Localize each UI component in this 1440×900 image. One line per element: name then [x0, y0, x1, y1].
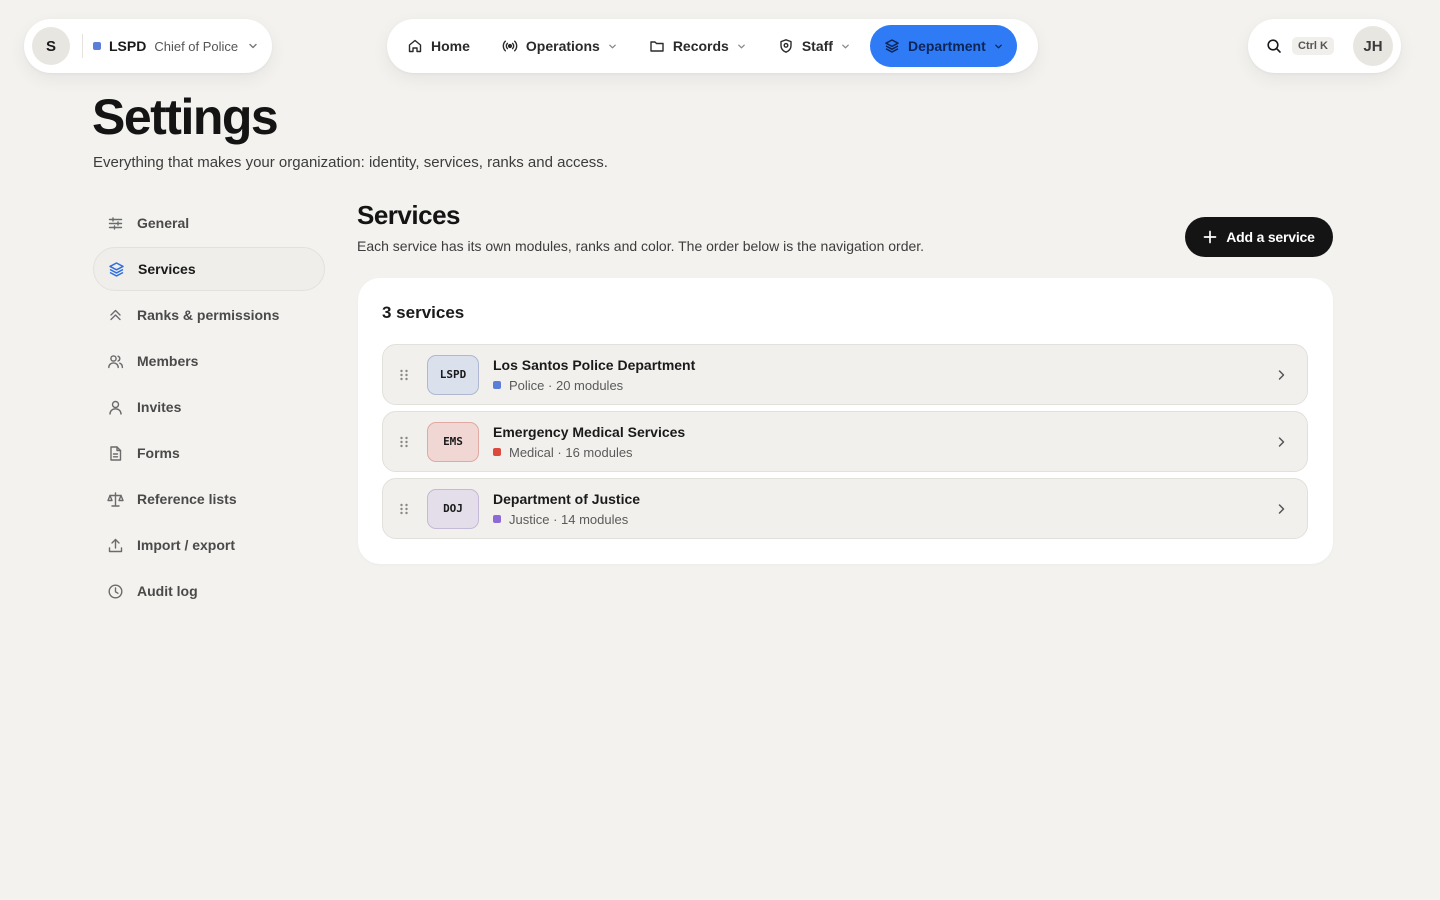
nav-home[interactable]: Home — [393, 25, 484, 67]
layers-icon — [885, 39, 899, 53]
sidebar-item-forms[interactable]: Forms — [93, 431, 325, 475]
search-icon[interactable] — [1266, 38, 1282, 54]
service-badge: LSPD — [427, 354, 479, 395]
sidebar-item-audit-log[interactable]: Audit log — [93, 569, 325, 613]
service-color-dot — [493, 381, 501, 389]
nav-home-label: Home — [431, 38, 470, 54]
user-icon — [109, 400, 122, 415]
drag-handle-icon[interactable] — [398, 368, 410, 382]
layers-icon — [109, 261, 124, 277]
service-row-ems[interactable]: EMS Emergency Medical Services Medical ·… — [382, 411, 1308, 472]
sidebar-item-label: General — [137, 215, 190, 231]
divider — [82, 34, 83, 58]
drag-handle-icon[interactable] — [398, 435, 410, 449]
nav-staff-label: Staff — [801, 38, 833, 54]
sidebar-item-label: Forms — [137, 445, 180, 461]
settings-sidebar: General Services Ranks & permissions Mem… — [93, 201, 325, 615]
clock-icon — [108, 583, 123, 599]
service-meta: Medical · 16 modules — [509, 444, 633, 460]
file-icon — [110, 445, 122, 461]
sidebar-item-label: Members — [137, 353, 199, 369]
chevron-down-icon — [994, 44, 1002, 48]
nav-staff[interactable]: Staff — [764, 25, 864, 67]
org-avatar: S — [32, 27, 70, 65]
chevron-right-icon — [1278, 369, 1285, 380]
sidebar-item-invites[interactable]: Invites — [93, 385, 325, 429]
utility-bar: Ctrl K JH — [1248, 19, 1401, 73]
service-name: Los Santos Police Department — [493, 356, 696, 373]
service-row-lspd[interactable]: LSPD Los Santos Police Department Police… — [382, 344, 1308, 405]
chevron-right-icon — [1278, 436, 1285, 447]
chevrons-up-icon — [110, 309, 121, 320]
sidebar-item-general[interactable]: General — [93, 201, 325, 245]
service-badge: DOJ — [427, 488, 479, 529]
shield-icon — [780, 39, 792, 53]
chevron-down-icon — [842, 44, 849, 48]
sidebar-item-label: Ranks & permissions — [137, 307, 280, 323]
nav-operations[interactable]: Operations — [488, 25, 631, 67]
org-switcher[interactable]: S LSPD Chief of Police — [24, 19, 272, 73]
chevron-down-icon — [249, 43, 257, 49]
folder-icon — [650, 41, 664, 52]
sidebar-item-members[interactable]: Members — [93, 339, 325, 383]
service-badge: EMS — [427, 421, 479, 462]
page-title: Settings — [92, 89, 279, 145]
chevron-right-icon — [1278, 503, 1285, 514]
org-role: Chief of Police — [154, 38, 239, 54]
chevron-down-icon — [738, 44, 745, 48]
service-meta: Police · 20 modules — [509, 377, 624, 393]
broadcast-icon — [502, 40, 518, 52]
services-list: LSPD Los Santos Police Department Police… — [382, 344, 1308, 545]
service-row-doj[interactable]: DOJ Department of Justice Justice · 14 m… — [382, 478, 1308, 539]
service-name: Emergency Medical Services — [493, 423, 686, 440]
nav-department-label: Department — [907, 38, 986, 54]
users-icon — [108, 354, 124, 368]
nav-records-label: Records — [672, 38, 729, 54]
sidebar-item-label: Services — [138, 261, 196, 277]
sidebar-item-label: Audit log — [137, 583, 198, 599]
upload-icon — [108, 538, 123, 552]
sliders-icon — [108, 216, 123, 230]
scale-icon — [107, 491, 124, 507]
section-title: Services — [357, 200, 460, 230]
org-color-dot — [93, 42, 101, 50]
plus-icon — [1203, 230, 1217, 244]
sidebar-item-label: Reference lists — [137, 491, 237, 507]
user-avatar[interactable]: JH — [1353, 26, 1393, 66]
sidebar-item-reference-lists[interactable]: Reference lists — [93, 477, 325, 521]
org-code: LSPD — [109, 38, 147, 54]
drag-handle-icon[interactable] — [398, 502, 410, 516]
search-shortcut-hint: Ctrl K — [1292, 37, 1334, 55]
nav-operations-label: Operations — [525, 38, 600, 54]
main-nav: Home Operations Records Staff Department — [387, 19, 1038, 73]
service-color-dot — [493, 448, 501, 456]
add-service-button[interactable]: Add a service — [1185, 217, 1333, 257]
section-subtitle: Each service has its own modules, ranks … — [357, 238, 925, 254]
sidebar-item-services[interactable]: Services — [93, 247, 325, 291]
services-card: 3 services LSPD Los Santos Police Depart… — [358, 278, 1333, 564]
sidebar-item-import-export[interactable]: Import / export — [93, 523, 325, 567]
add-service-label: Add a service — [1226, 229, 1315, 245]
nav-records[interactable]: Records — [635, 25, 760, 67]
sidebar-item-label: Invites — [137, 399, 182, 415]
service-color-dot — [493, 515, 501, 523]
services-count: 3 services — [382, 303, 465, 322]
chevron-down-icon — [608, 44, 616, 48]
home-icon — [408, 39, 422, 53]
sidebar-item-label: Import / export — [137, 537, 236, 553]
service-name: Department of Justice — [493, 490, 641, 507]
service-meta: Justice · 14 modules — [509, 511, 629, 527]
page-subtitle: Everything that makes your organization:… — [93, 154, 608, 171]
sidebar-item-ranks-permissions[interactable]: Ranks & permissions — [93, 293, 325, 337]
nav-department[interactable]: Department — [869, 25, 1017, 67]
